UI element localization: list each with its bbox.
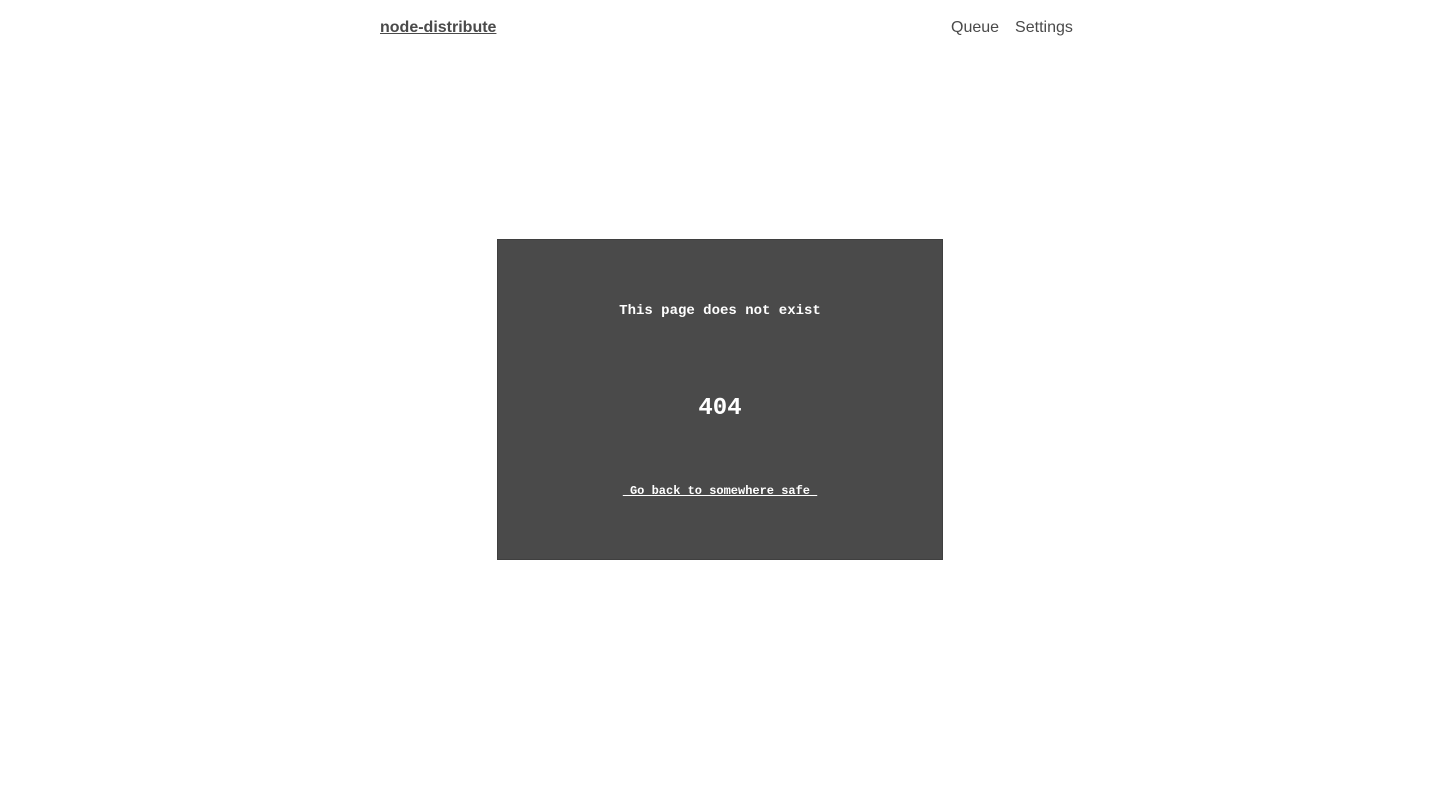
top-navbar: node-distribute Queue Settings xyxy=(0,0,1440,56)
error-message: This page does not exist xyxy=(619,303,821,319)
nav-link-queue[interactable]: Queue xyxy=(951,18,999,38)
back-link-container: Go back to somewhere safe xyxy=(498,483,942,499)
back-to-safe-link[interactable]: Go back to somewhere safe xyxy=(623,484,817,498)
brand-link[interactable]: node-distribute xyxy=(380,18,496,38)
nav-link-settings[interactable]: Settings xyxy=(1015,18,1073,38)
error-code: 404 xyxy=(698,395,742,422)
main-nav: Queue Settings xyxy=(951,18,1073,38)
error-card: This page does not exist 404 Go back to … xyxy=(497,239,943,560)
